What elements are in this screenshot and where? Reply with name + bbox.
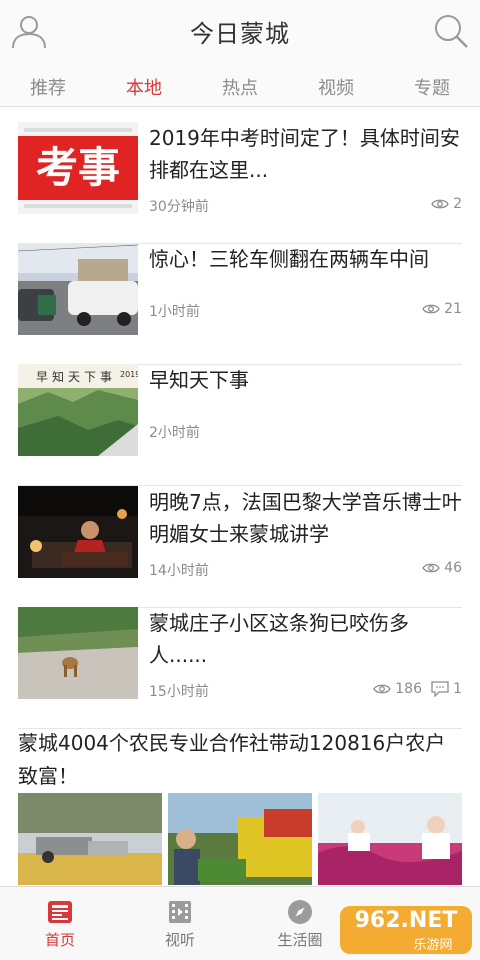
watermark-logo: 962.NET 乐游网: [338, 900, 474, 956]
news-thumbnail: [18, 607, 138, 699]
news-thumbnail: [18, 243, 138, 335]
news-time: 2小时前: [149, 425, 200, 441]
tab-hot[interactable]: 热点: [192, 74, 288, 100]
tab-topics[interactable]: 专题: [384, 74, 480, 100]
news-time: 1小时前: [149, 304, 200, 320]
eye-icon: [373, 684, 392, 694]
thumbnail-year: 2019: [120, 370, 138, 379]
news-title: 早知天下事: [149, 368, 249, 392]
news-item[interactable]: 惊心！三轮车侧翻在两辆车中间 1小时前 21: [18, 243, 462, 365]
news-title: 蒙城庄子小区这条狗已咬伤多人......: [149, 611, 409, 667]
news-title: 惊心！三轮车侧翻在两辆车中间: [149, 247, 429, 271]
gallery-article-title[interactable]: 蒙城4004个农民专业合作社带动120816户农户致富！: [18, 727, 462, 793]
news-item[interactable]: 考事 2019年中考时间定了！具体时间安排都在这里... 30分钟前 2: [18, 122, 462, 244]
app-title: 今日蒙城: [190, 20, 290, 48]
news-thumbnail: 早知天下事 2019: [18, 364, 138, 456]
tab-recommend[interactable]: 推荐: [0, 74, 96, 100]
news-time: 15小时前: [149, 684, 209, 700]
nav-home[interactable]: 首页: [10, 899, 110, 950]
news-time: 14小时前: [149, 563, 209, 579]
watermark-subtext: 乐游网: [413, 938, 453, 953]
comment-count-value: 1: [453, 681, 462, 697]
compass-icon: [288, 900, 312, 924]
news-item[interactable]: 明晚7点，法国巴黎大学音乐博士叶明媚女士来蒙城讲学 14小时前 46: [18, 486, 462, 608]
gallery-image: [318, 793, 462, 885]
nav-media[interactable]: 视听: [130, 899, 230, 950]
search-icon[interactable]: [432, 12, 470, 50]
nav-life-circle[interactable]: 生活圈: [250, 899, 350, 950]
news-item[interactable]: 蒙城庄子小区这条狗已咬伤多人...... 15小时前 186 1: [18, 607, 462, 729]
gallery-images[interactable]: [18, 793, 462, 885]
nav-life-circle-label: 生活圈: [277, 931, 323, 949]
comment-icon: [431, 681, 449, 697]
view-count: 46: [422, 560, 462, 576]
view-count-value: 21: [444, 301, 462, 317]
gallery-image: [168, 793, 312, 885]
tab-video[interactable]: 视频: [288, 74, 384, 100]
eye-icon: [422, 304, 440, 314]
view-count-value: 2: [453, 196, 462, 212]
app-header: 今日蒙城: [0, 0, 480, 62]
news-icon: [48, 901, 72, 923]
view-count: 2: [431, 196, 462, 212]
news-title: 明晚7点，法国巴黎大学音乐博士叶明媚女士来蒙城讲学: [149, 490, 462, 546]
watermark-text: 962.NET: [354, 908, 458, 933]
comment-count: 1: [431, 681, 462, 697]
news-thumbnail: [18, 486, 138, 578]
news-title: 2019年中考时间定了！具体时间安排都在这里...: [149, 126, 460, 182]
eye-icon: [431, 199, 449, 209]
nav-home-label: 首页: [44, 931, 75, 949]
news-thumbnail: 考事: [18, 122, 138, 214]
thumbnail-lettering: 早知天下事: [36, 370, 117, 384]
film-icon: [169, 901, 191, 923]
view-count-value: 46: [444, 560, 462, 576]
view-count-value: 186: [395, 681, 422, 697]
news-item[interactable]: 早知天下事 2019 早知天下事 2小时前: [18, 364, 462, 486]
gallery-image: [18, 793, 162, 885]
eye-icon: [422, 563, 440, 573]
view-count: 186: [373, 681, 422, 697]
thumbnail-lettering: 考事: [35, 143, 120, 192]
tab-local[interactable]: 本地: [96, 74, 192, 100]
view-count: 21: [422, 301, 462, 317]
category-tabs: 推荐 本地 热点 视频 专题: [0, 62, 480, 107]
nav-media-label: 视听: [164, 931, 195, 949]
news-time: 30分钟前: [149, 199, 209, 215]
